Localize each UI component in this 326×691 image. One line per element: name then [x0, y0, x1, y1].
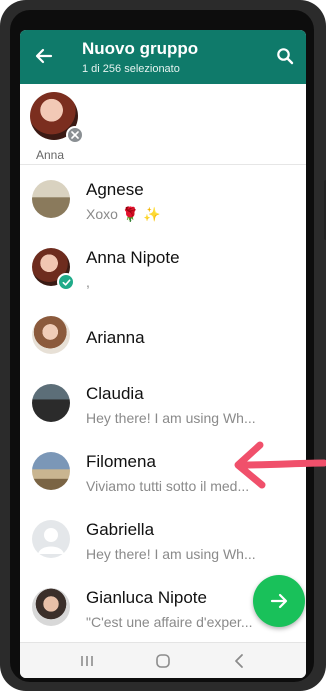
default-avatar-icon [38, 528, 64, 554]
recent-apps-icon [81, 656, 93, 666]
remove-selected-button[interactable] [66, 126, 84, 144]
recent-apps-button[interactable] [72, 649, 102, 673]
app-header: Nuovo gruppo 1 di 256 selezionato [20, 30, 306, 84]
contact-row[interactable]: Gabriella Hey there! I am using Wh... [20, 508, 306, 576]
contact-status: Xoxo 🌹 ✨ [86, 206, 161, 222]
arrow-right-icon [270, 593, 288, 609]
avatar [32, 180, 70, 218]
selected-contacts-strip: Anna [20, 84, 306, 165]
contact-name: Agnese [86, 180, 144, 199]
home-icon [156, 654, 170, 668]
contact-name: Gianluca Nipote [86, 588, 207, 607]
nav-back-button[interactable] [224, 649, 254, 673]
selected-check-badge [57, 273, 75, 291]
system-nav-bar [20, 642, 306, 678]
contact-row[interactable]: Agnese Xoxo 🌹 ✨ [20, 168, 306, 236]
selected-contact-name: Anna [36, 148, 65, 162]
check-icon [62, 278, 70, 286]
avatar [32, 452, 70, 490]
contact-row[interactable]: Anna Nipote , [20, 236, 306, 304]
search-icon [277, 48, 294, 65]
avatar [32, 248, 75, 291]
avatar [32, 384, 70, 422]
search-button[interactable] [272, 43, 298, 69]
contact-row[interactable]: Arianna [20, 304, 306, 372]
home-button[interactable] [148, 649, 178, 673]
avatar [32, 520, 70, 558]
contact-name: Arianna [86, 328, 145, 347]
selection-count: 1 di 256 selezionato [82, 63, 180, 75]
contact-name: Claudia [86, 384, 144, 403]
contact-name: Filomena [86, 452, 156, 471]
contact-name: Gabriella [86, 520, 155, 539]
page-title: Nuovo gruppo [82, 39, 199, 58]
close-icon [71, 131, 79, 139]
contact-status: , [86, 274, 90, 290]
avatar [32, 316, 70, 354]
contact-status: Hey there! I am using Wh... [86, 410, 256, 426]
nav-back-icon [235, 654, 243, 668]
selected-contact[interactable]: Anna [30, 92, 86, 162]
contact-status: Hey there! I am using Wh... [86, 546, 256, 562]
contact-row[interactable]: Claudia Hey there! I am using Wh... [20, 372, 306, 440]
contact-name: Anna Nipote [86, 248, 180, 267]
avatar [32, 588, 70, 626]
back-button[interactable] [30, 42, 58, 70]
next-button[interactable] [253, 575, 305, 627]
arrow-left-icon [35, 48, 53, 64]
annotation-arrow-icon [234, 441, 326, 489]
app-screen: Nuovo gruppo 1 di 256 selezionato Anna A… [20, 30, 306, 678]
